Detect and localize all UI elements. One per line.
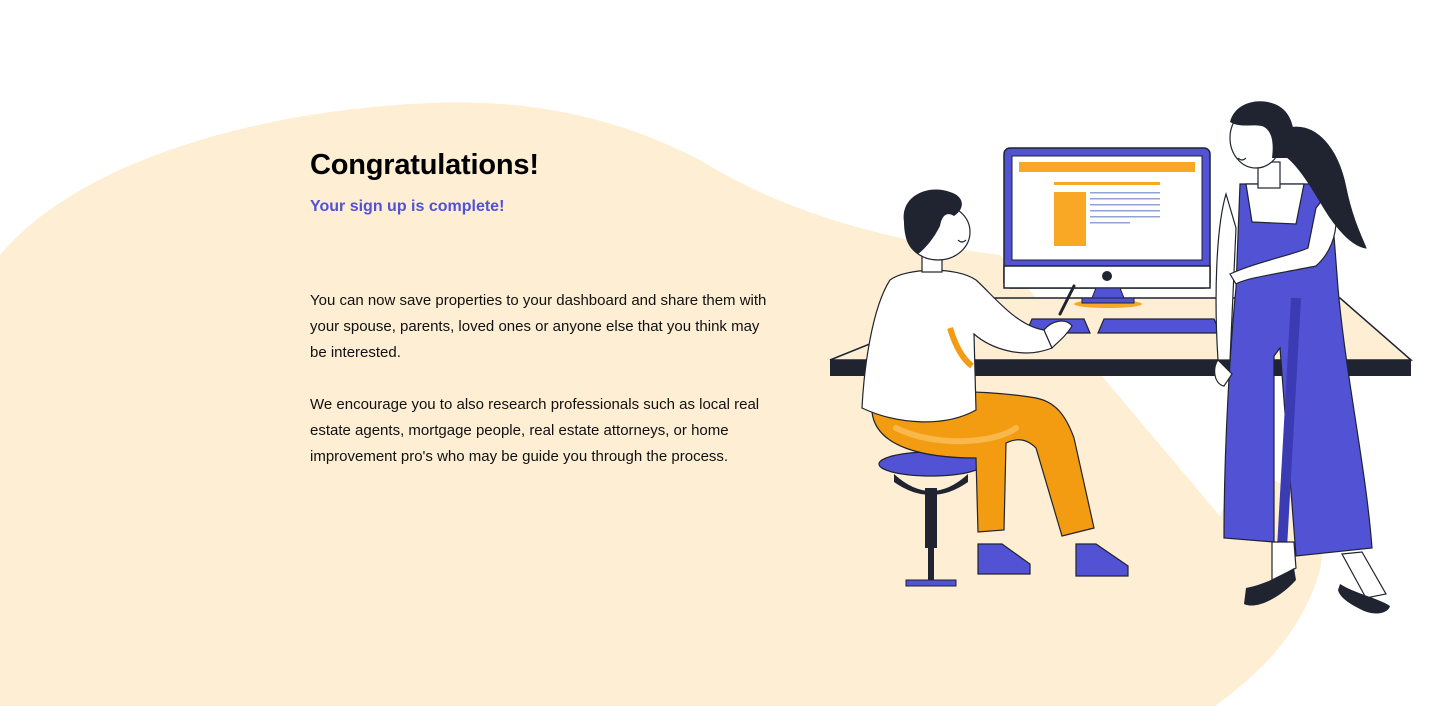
message-panel: Congratulations! Your sign up is complet… bbox=[310, 146, 780, 470]
page-subtitle: Your sign up is complete! bbox=[310, 198, 505, 215]
info-paragraph-dashboard: You can now save properties to your dash… bbox=[310, 292, 767, 361]
info-paragraph-professionals: We encourage you to also research profes… bbox=[310, 396, 760, 465]
people-at-computer-illustration bbox=[829, 101, 1413, 614]
page-title: Congratulations! bbox=[310, 149, 539, 181]
signup-complete-page: Congratulations! Your sign up is complet… bbox=[0, 0, 1430, 706]
